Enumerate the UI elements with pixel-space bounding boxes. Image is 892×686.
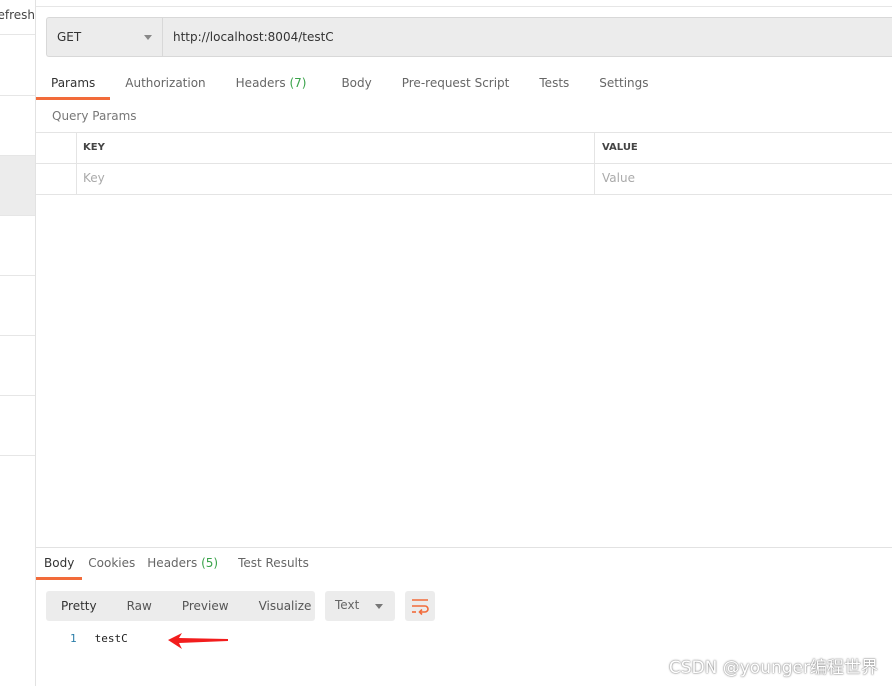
value-input[interactable]: Value [594, 164, 642, 194]
sidebar-item[interactable] [0, 336, 35, 396]
tab-headers[interactable]: Headers (7) [221, 70, 322, 100]
key-input[interactable]: Key [76, 164, 111, 194]
key-header: KEY [76, 133, 111, 163]
tab-settings[interactable]: Settings [584, 70, 663, 100]
response-tabs: Body Cookies Headers (5) Test Results [36, 548, 892, 580]
view-preview[interactable]: Preview [167, 599, 244, 613]
format-select[interactable]: Text [325, 591, 395, 621]
wrap-lines-button[interactable] [405, 591, 435, 621]
red-arrow-annotation [168, 633, 228, 649]
sidebar-item[interactable] [0, 35, 35, 96]
chevron-down-icon [144, 35, 152, 40]
watermark: CSDN @younger编程世界 [668, 658, 878, 678]
response-body: 1 testC [70, 632, 128, 645]
view-raw[interactable]: Raw [112, 599, 167, 613]
sidebar-item[interactable] [0, 276, 35, 336]
line-number: 1 [70, 632, 77, 645]
url-bar: GET http://localhost:8004/testC [46, 17, 892, 57]
tab-authorization[interactable]: Authorization [110, 70, 220, 100]
url-input[interactable]: http://localhost:8004/testC [163, 18, 334, 56]
query-params-title: Query Params [52, 109, 137, 123]
sidebar-item[interactable] [0, 96, 35, 156]
tab-body[interactable]: Body [321, 70, 386, 100]
tab-cookies[interactable]: Cookies [82, 548, 141, 580]
tab-params[interactable]: Params [36, 70, 111, 100]
params-table: KEY VALUE Key Value [36, 132, 892, 195]
request-panel: GET http://localhost:8004/testC Params A… [36, 0, 892, 686]
tab-tests[interactable]: Tests [524, 70, 584, 100]
wrap-icon [412, 599, 429, 616]
response-line: testC [94, 632, 128, 645]
sidebar-item-selected[interactable] [0, 156, 35, 216]
view-mode-group: Pretty Raw Preview Visualize [46, 591, 315, 621]
view-visualize[interactable]: Visualize [244, 599, 327, 613]
sidebar-item[interactable]: Refresh [0, 0, 35, 35]
value-header: VALUE [594, 133, 645, 163]
method-select[interactable]: GET [47, 18, 163, 56]
sidebar-item[interactable] [0, 216, 35, 276]
view-pretty[interactable]: Pretty [46, 599, 112, 613]
tab-response-body[interactable]: Body [36, 548, 83, 580]
chevron-down-icon [375, 604, 383, 609]
table-row: Key Value [36, 164, 892, 195]
table-header: KEY VALUE [36, 133, 892, 164]
request-tabs: Params Authorization Headers (7) Body Pr… [36, 70, 664, 100]
sidebar: Refresh [0, 0, 36, 686]
tab-pre-request-script[interactable]: Pre-request Script [387, 70, 525, 100]
tab-response-headers[interactable]: Headers (5) [141, 548, 224, 580]
sidebar-item[interactable] [0, 396, 35, 456]
divider [36, 6, 892, 7]
response-panel: Body Cookies Headers (5) Test Results Pr… [36, 547, 892, 649]
tab-test-results[interactable]: Test Results [224, 548, 315, 580]
